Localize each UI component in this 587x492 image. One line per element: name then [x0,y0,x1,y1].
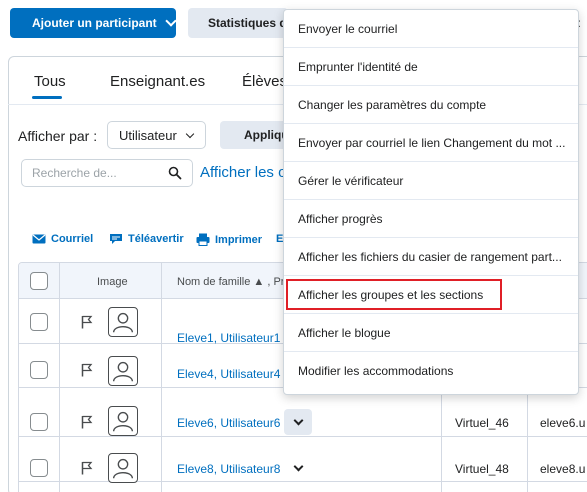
row-actions-button[interactable] [284,409,312,435]
add-participant-button[interactable]: Ajouter un participant [10,8,177,38]
view-by-label: Afficher par : [18,128,98,144]
menu-item-impersonate[interactable]: Emprunter l'identité de [284,48,578,86]
tab-students[interactable]: Élèves [242,73,287,90]
print-action[interactable]: Imprimer [196,233,262,246]
column-header-image: Image [97,276,128,288]
email-action-label: Courriel [51,233,94,245]
flag-icon[interactable] [81,461,93,475]
menu-item-change-account-settings[interactable]: Changer les paramètres du compte [284,86,578,124]
envelope-icon [32,234,46,244]
chevron-down-icon [293,415,303,425]
email-action[interactable]: Courriel [32,233,93,245]
participant-name-link[interactable]: Eleve1, Utilisateur1 [177,331,280,345]
page-action-label: Téléavertir [128,233,184,245]
row-checkbox[interactable] [30,459,48,477]
statistics-label: Statistiques de [208,16,288,30]
user-avatar-icon [108,307,138,337]
row-checkbox[interactable] [30,413,48,431]
row-checkbox[interactable] [30,313,48,331]
highlight-annotation [286,279,502,310]
select-all-checkbox[interactable] [30,272,48,290]
chevron-down-icon [185,129,195,139]
printer-icon [196,233,210,246]
active-tab-indicator [32,96,62,99]
search-input[interactable]: Recherche de... [21,159,193,187]
flag-icon[interactable] [81,315,93,329]
user-avatar-icon [108,453,138,483]
tab-teachers[interactable]: Enseignant.es [110,73,205,90]
view-by-select-value: Utilisateur [119,127,177,143]
menu-item-edit-accommodations[interactable]: Modifier les accommodations [284,352,578,390]
print-action-label: Imprimer [215,233,263,246]
menu-item-view-progress[interactable]: Afficher progrès [284,200,578,238]
flag-icon[interactable] [81,363,93,377]
menu-item-manage-auditor[interactable]: Gérer le vérificateur [284,162,578,200]
menu-item-view-locker-files[interactable]: Afficher les fichiers du casier de range… [284,238,578,276]
row-checkbox[interactable] [30,361,48,379]
row-actions-button[interactable] [284,455,312,481]
add-participant-label: Ajouter un participant [32,16,157,30]
participant-section: Virtuel_48 [455,462,509,476]
search-icon[interactable] [168,166,182,180]
pager-icon [110,234,122,244]
participant-email: eleve8.u [540,462,586,476]
page-action[interactable]: Téléavertir [109,233,184,245]
participant-name-link[interactable]: Eleve4, Utilisateur4 [177,367,280,381]
flag-icon[interactable] [81,415,93,429]
statistics-button[interactable]: Statistiques de [188,8,288,38]
participant-email: eleve6.u [540,416,586,430]
participant-name-link[interactable]: Eleve8, Utilisateur8 [177,462,280,476]
menu-item-view-blog[interactable]: Afficher le blogue [284,314,578,352]
participant-name-link[interactable]: Eleve6, Utilisateur6 [177,416,280,430]
participant-section: Virtuel_46 [455,416,509,430]
show-options-link[interactable]: Afficher les o [200,164,286,181]
chevron-down-icon [293,461,303,471]
search-placeholder: Recherche de... [32,166,117,180]
chevron-down-icon [165,15,177,27]
view-by-select[interactable]: Utilisateur [107,121,206,149]
tab-all[interactable]: Tous [34,73,66,90]
user-avatar-icon [108,356,138,386]
menu-item-send-email[interactable]: Envoyer le courriel [284,10,578,48]
user-avatar-icon [108,406,138,436]
menu-item-send-password-reset[interactable]: Envoyer par courriel le lien Changement … [284,124,578,162]
row-actions-menu: Envoyer le courriel Emprunter l'identité… [283,9,579,395]
column-header-lastname[interactable]: Nom de famille ▲ , Pré [177,276,291,288]
